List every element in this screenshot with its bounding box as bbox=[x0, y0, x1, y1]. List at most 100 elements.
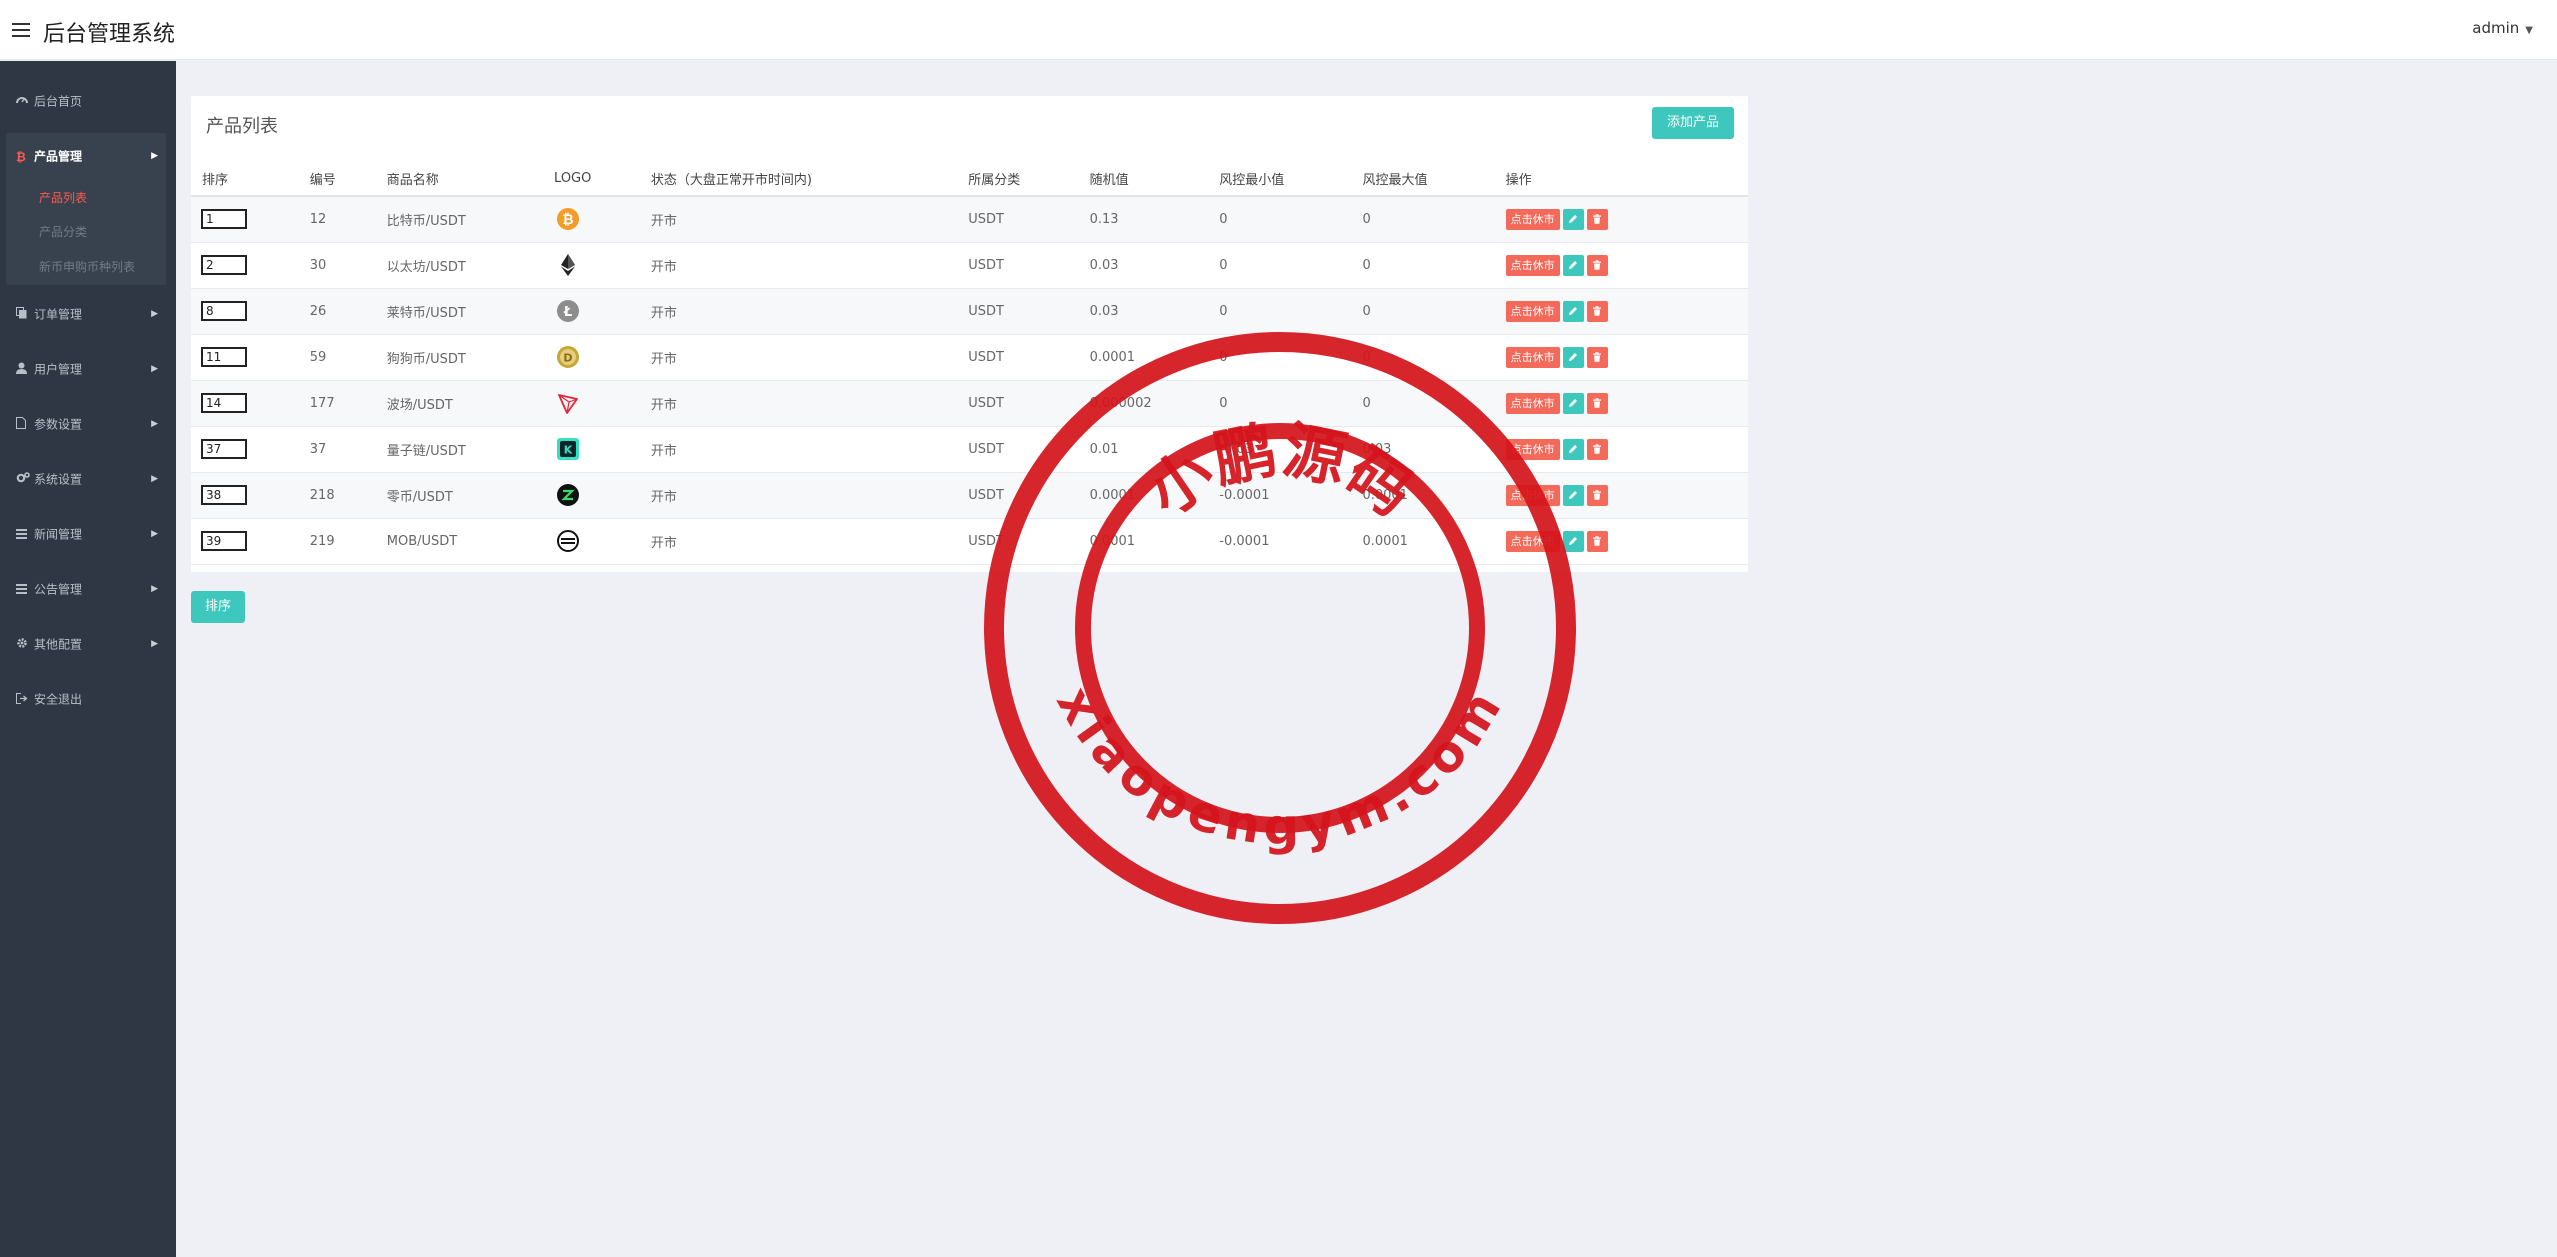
row-actions: 点击休市 bbox=[1505, 254, 1748, 276]
edit-button[interactable] bbox=[1562, 300, 1584, 322]
sidebar-subitem-product-category[interactable]: 产品分类 bbox=[39, 223, 87, 240]
category-cell: USDT bbox=[968, 518, 1090, 565]
sort-order-input[interactable] bbox=[201, 439, 247, 459]
sort-cell bbox=[191, 288, 310, 335]
sidebar-item-system[interactable]: 系统设置 ▶ bbox=[0, 459, 176, 499]
sidebar-item-announcements[interactable]: 公告管理 ▶ bbox=[0, 569, 176, 609]
actions-cell: 点击休市 bbox=[1505, 518, 1748, 565]
pencil-icon bbox=[1568, 444, 1578, 454]
delete-button[interactable] bbox=[1586, 254, 1608, 276]
category-cell: USDT bbox=[968, 288, 1090, 335]
sort-order-input[interactable] bbox=[201, 485, 247, 505]
name-cell: 量子链/USDT bbox=[386, 426, 555, 473]
column-header-category: 所属分类 bbox=[968, 162, 1090, 197]
logo-cell bbox=[554, 472, 651, 519]
category-cell: USDT bbox=[968, 196, 1090, 243]
close-market-button[interactable]: 点击休市 bbox=[1505, 530, 1560, 552]
caret-right-icon: ▶ bbox=[151, 151, 158, 161]
close-market-button[interactable]: 点击休市 bbox=[1505, 208, 1560, 230]
sidebar-item-orders[interactable]: 订单管理 ▶ bbox=[0, 294, 176, 334]
sidebar-item-dashboard[interactable]: 后台首页 bbox=[0, 81, 176, 121]
logo-cell bbox=[554, 518, 651, 565]
table-row: 218零币/USDT开市USDT0.0001-0.00010.0001点击休市 bbox=[191, 472, 1748, 519]
product-list-panel: 产品列表 添加产品 排序 编号 商品名称 LOGO 状态（大盘正常开市时间内) … bbox=[191, 96, 1748, 572]
caret-right-icon: ▶ bbox=[151, 474, 158, 484]
sidebar-item-users[interactable]: 用户管理 ▶ bbox=[0, 349, 176, 389]
menu-toggle-icon[interactable] bbox=[12, 23, 30, 37]
delete-button[interactable] bbox=[1586, 438, 1608, 460]
sidebar-subitem-product-list[interactable]: 产品列表 bbox=[39, 189, 87, 206]
svg-text:₿: ₿ bbox=[562, 212, 573, 228]
sort-order-input[interactable] bbox=[201, 347, 247, 367]
trash-icon bbox=[1592, 444, 1602, 454]
id-cell: 218 bbox=[309, 472, 387, 519]
edit-button[interactable] bbox=[1562, 254, 1584, 276]
trash-icon bbox=[1592, 306, 1602, 316]
bitcoin-icon: ₿ bbox=[16, 149, 26, 164]
sort-cell bbox=[191, 426, 310, 473]
eth-logo-icon bbox=[554, 253, 651, 277]
edit-button[interactable] bbox=[1562, 346, 1584, 368]
sidebar-item-label: 订单管理 bbox=[34, 307, 83, 322]
sort-order-input[interactable] bbox=[201, 209, 247, 230]
trash-icon bbox=[1592, 398, 1602, 408]
risk-max-cell: 0 bbox=[1362, 196, 1506, 243]
edit-button[interactable] bbox=[1562, 484, 1584, 506]
sidebar-item-news[interactable]: 新闻管理 ▶ bbox=[0, 514, 176, 554]
status-cell: 开市 bbox=[650, 380, 969, 427]
sort-button[interactable]: 排序 bbox=[191, 591, 245, 623]
close-market-button[interactable]: 点击休市 bbox=[1505, 254, 1560, 276]
delete-button[interactable] bbox=[1586, 208, 1608, 230]
svg-text:D: D bbox=[563, 352, 572, 365]
category-cell: USDT bbox=[968, 472, 1090, 519]
sort-order-input[interactable] bbox=[201, 301, 247, 321]
sidebar-item-other-config[interactable]: 其他配置 ▶ bbox=[0, 624, 176, 664]
close-market-button[interactable]: 点击休市 bbox=[1505, 484, 1560, 506]
column-header-actions: 操作 bbox=[1505, 162, 1748, 197]
edit-button[interactable] bbox=[1562, 530, 1584, 552]
risk-min-cell: 0 bbox=[1219, 288, 1363, 335]
delete-button[interactable] bbox=[1586, 484, 1608, 506]
table-row: 30以太坊/USDT开市USDT0.0300点击休市 bbox=[191, 242, 1748, 289]
random-value-cell: 0.0001 bbox=[1089, 334, 1220, 381]
close-market-button[interactable]: 点击休市 bbox=[1505, 300, 1560, 322]
delete-button[interactable] bbox=[1586, 392, 1608, 414]
sidebar-item-logout[interactable]: 安全退出 bbox=[0, 679, 176, 719]
sidebar-item-products[interactable]: ₿ 产品管理 ▶ bbox=[0, 136, 176, 176]
id-cell: 12 bbox=[309, 196, 387, 243]
logo-cell: D bbox=[554, 334, 651, 381]
actions-cell: 点击休市 bbox=[1505, 380, 1748, 427]
sort-cell bbox=[191, 334, 310, 381]
edit-button[interactable] bbox=[1562, 208, 1584, 230]
delete-button[interactable] bbox=[1586, 530, 1608, 552]
sort-order-input[interactable] bbox=[201, 531, 247, 551]
caret-right-icon: ▶ bbox=[151, 309, 158, 319]
random-value-cell: 0.0001 bbox=[1089, 472, 1220, 519]
mob-logo-icon bbox=[554, 529, 651, 553]
delete-button[interactable] bbox=[1586, 346, 1608, 368]
id-cell: 219 bbox=[309, 518, 387, 565]
risk-min-cell: -0.0001 bbox=[1219, 518, 1363, 565]
pencil-icon bbox=[1568, 536, 1578, 546]
sidebar-subitem-new-coin-list[interactable]: 新币申购币种列表 bbox=[39, 258, 135, 275]
sort-order-input[interactable] bbox=[201, 393, 247, 413]
column-header-random: 随机值 bbox=[1089, 162, 1220, 197]
user-menu[interactable]: admin ▼ bbox=[2464, 12, 2541, 44]
pencil-icon bbox=[1568, 260, 1578, 270]
sort-order-input[interactable] bbox=[201, 255, 247, 275]
close-market-button[interactable]: 点击休市 bbox=[1505, 392, 1560, 414]
copy-icon bbox=[16, 295, 34, 335]
sidebar-item-parameters[interactable]: 参数设置 ▶ bbox=[0, 404, 176, 444]
edit-button[interactable] bbox=[1562, 392, 1584, 414]
edit-button[interactable] bbox=[1562, 438, 1584, 460]
id-cell: 30 bbox=[309, 242, 387, 289]
risk-max-cell: 0 bbox=[1362, 334, 1506, 381]
add-product-button[interactable]: 添加产品 bbox=[1652, 107, 1734, 139]
close-market-button[interactable]: 点击休市 bbox=[1505, 346, 1560, 368]
risk-max-cell: 0.0001 bbox=[1362, 472, 1506, 519]
logo-cell: K bbox=[554, 426, 651, 473]
delete-button[interactable] bbox=[1586, 300, 1608, 322]
product-table: 排序 编号 商品名称 LOGO 状态（大盘正常开市时间内) 所属分类 随机值 风… bbox=[191, 162, 1748, 565]
close-market-button[interactable]: 点击休市 bbox=[1505, 438, 1560, 460]
sort-cell bbox=[191, 472, 310, 519]
